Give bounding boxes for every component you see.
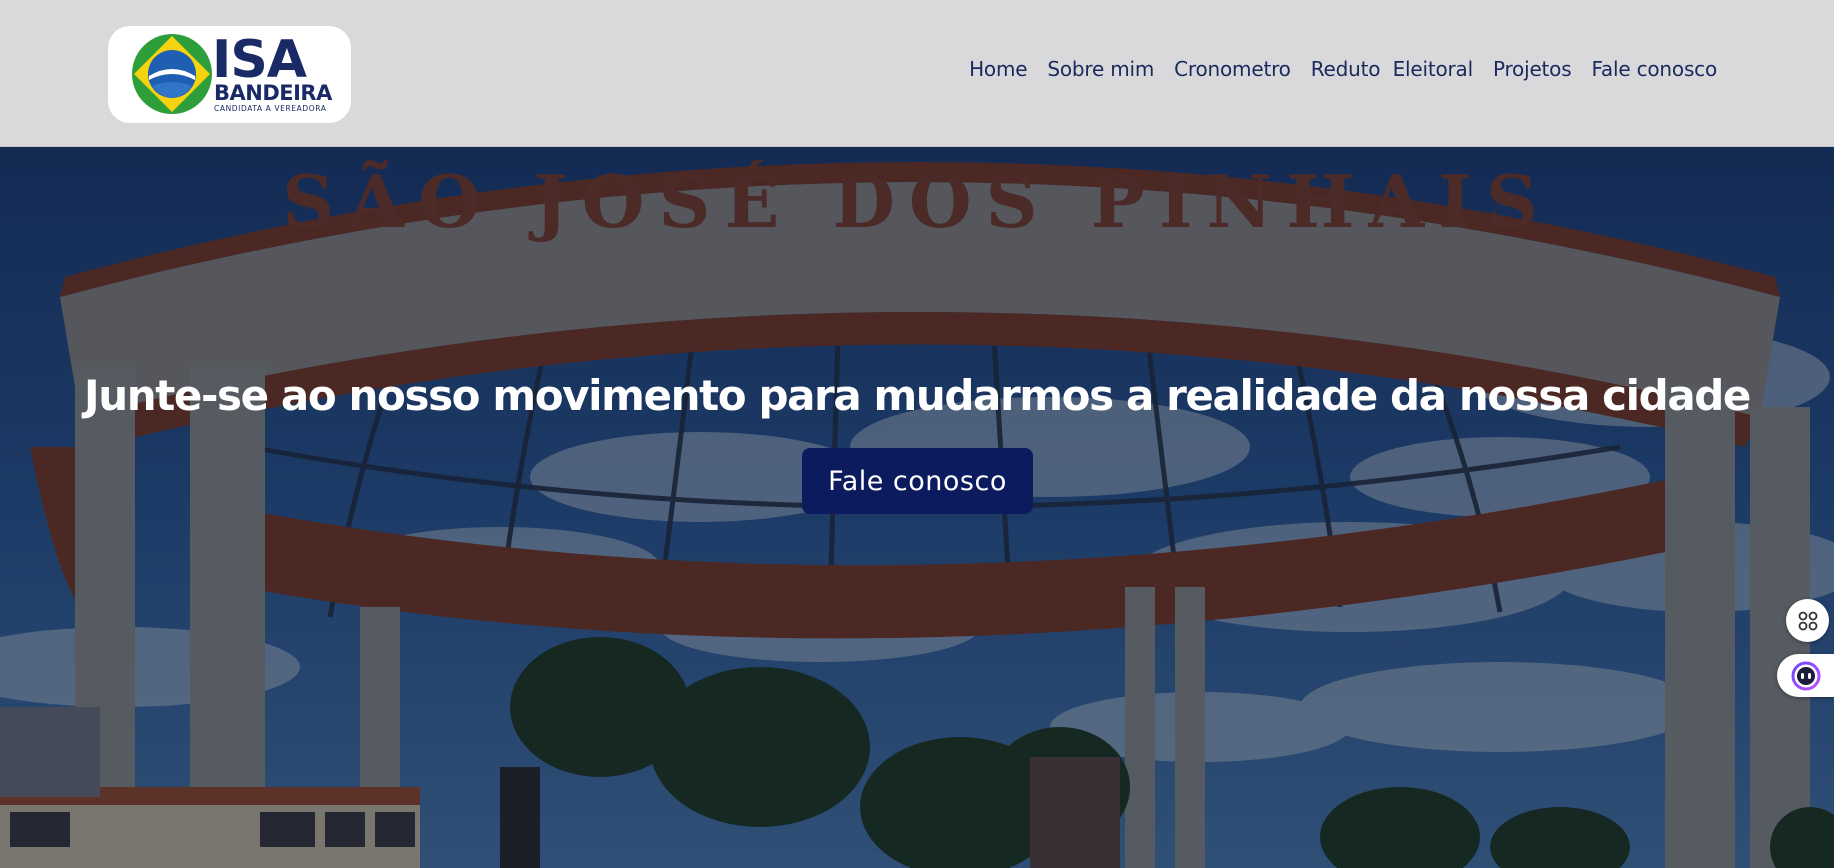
nav-item-cronometro[interactable]: Cronometro	[1174, 57, 1291, 81]
nav-item-sobre-mim[interactable]: Sobre mim	[1047, 57, 1154, 81]
main-nav: Home Sobre mim Cronometro Reduto Eleitor…	[969, 57, 1717, 81]
apps-grid-icon	[1798, 611, 1817, 630]
nav-item-projetos[interactable]: Projetos	[1493, 57, 1572, 81]
assistant-bot-icon	[1791, 661, 1820, 690]
logo-surname: BANDEIRA	[214, 81, 332, 105]
hero-section: SÃO JOSÉ DOS PINHAIS Junte-se ao nosso m…	[0, 147, 1834, 868]
site-header: ISA BANDEIRA CANDIDATA A VEREADORA Home …	[0, 0, 1834, 147]
nav-item-home[interactable]: Home	[969, 57, 1027, 81]
brazil-flag-emblem-icon	[132, 34, 212, 114]
nav-item-reduto-eleitoral[interactable]: Reduto Eleitoral	[1311, 57, 1473, 81]
logo-tagline: CANDIDATA A VEREADORA	[214, 104, 327, 113]
logo-link[interactable]: ISA BANDEIRA CANDIDATA A VEREADORA	[108, 26, 351, 123]
nav-item-fale-conosco[interactable]: Fale conosco	[1591, 57, 1717, 81]
contact-cta-button[interactable]: Fale conosco	[802, 448, 1033, 514]
apps-widget-button[interactable]	[1786, 599, 1829, 642]
assistant-widget-button[interactable]	[1777, 654, 1834, 697]
hero-headline: Junte-se ao nosso movimento para mudarmo…	[83, 371, 1751, 420]
